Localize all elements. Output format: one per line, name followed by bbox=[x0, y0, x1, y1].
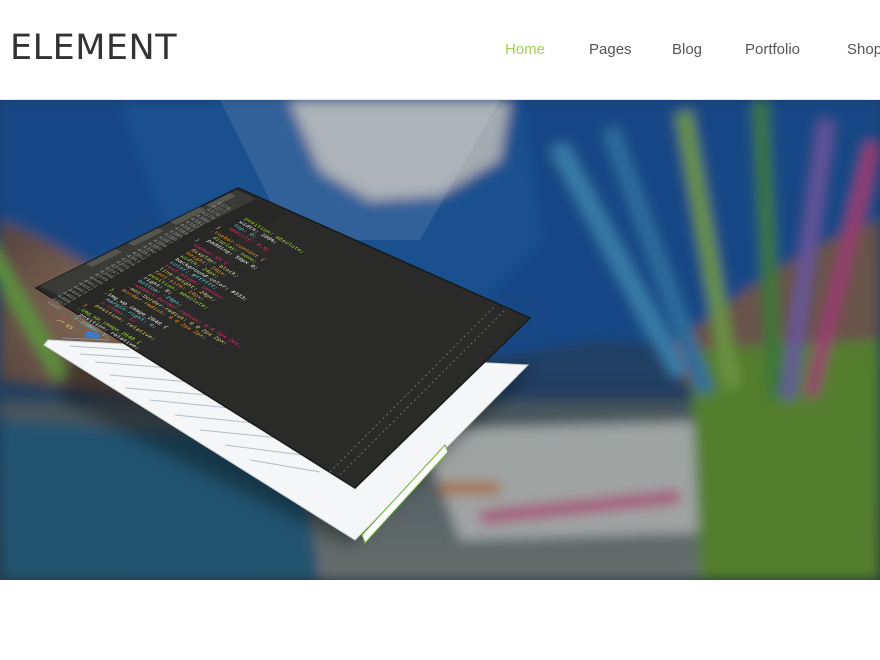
nav-item-shop[interactable]: Shop bbox=[847, 41, 880, 59]
hero-banner: 4376 position: absolute; 4377 width: 100%; 4… bbox=[0, 100, 880, 580]
nav-item-blog[interactable]: Blog bbox=[672, 41, 702, 59]
nav-item-home[interactable]: Home bbox=[505, 41, 545, 59]
nav-item-pages[interactable]: Pages bbox=[589, 41, 632, 59]
main-nav: Home Pages Blog Portfolio Shop bbox=[0, 41, 880, 61]
nav-item-portfolio[interactable]: Portfolio bbox=[745, 41, 800, 59]
hero-photo: 4376position: absolute;4377width: 100%;4… bbox=[0, 100, 880, 580]
content-area bbox=[0, 580, 880, 660]
site-header: ELEMENT Home Pages Blog Portfolio Shop bbox=[0, 0, 880, 100]
